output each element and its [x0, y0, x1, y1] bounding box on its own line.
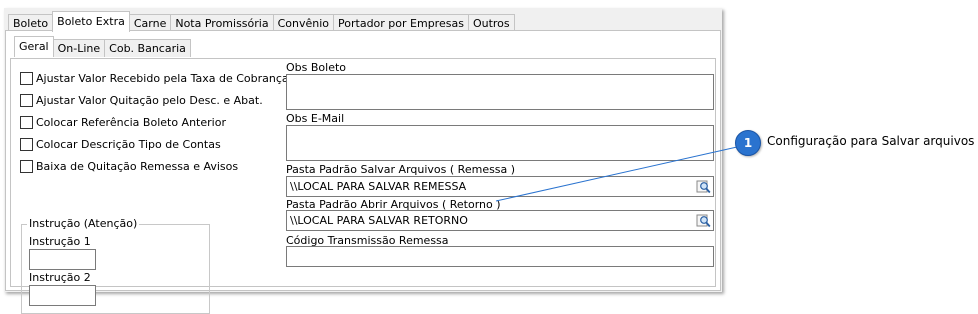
tab-geral[interactable]: Geral — [14, 36, 54, 57]
callout-number-badge: 1 — [735, 130, 761, 156]
callout-text: Configuração para Salvar arquivos — [767, 134, 975, 148]
tab-boleto-extra[interactable]: Boleto Extra — [52, 11, 130, 32]
callout-leader-line — [495, 146, 738, 202]
